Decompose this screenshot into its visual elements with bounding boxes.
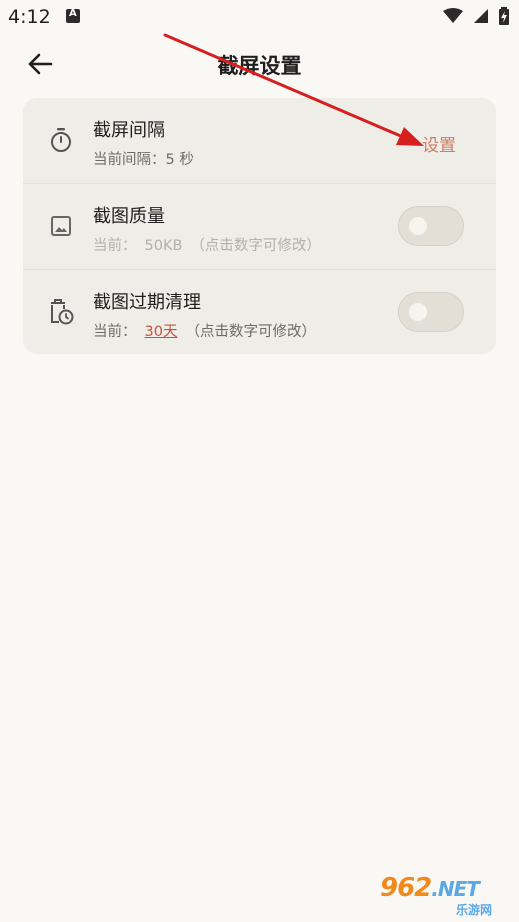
status-icons [443, 7, 509, 25]
cleanup-value[interactable]: 30天 [145, 324, 178, 340]
setting-row-quality: 截图质量 当前： 50KB （点击数字可修改） [23, 183, 496, 269]
app-bar: 截屏设置 [0, 36, 519, 92]
trash-clock-icon [47, 298, 75, 326]
status-bar: 4:12 [0, 0, 519, 36]
cleanup-subtitle-prefix: 当前： [93, 324, 137, 340]
watermark-sub: 乐游网 [456, 903, 493, 917]
app-notification-icon [66, 8, 80, 23]
image-icon [47, 212, 75, 240]
watermark-logo: 962.NET 乐游网 [380, 873, 516, 919]
interval-title: 截屏间隔 [93, 120, 165, 141]
setting-row-interval: 截屏间隔 当前间隔：5 秒 设置 [23, 98, 496, 183]
cleanup-subtitle: 当前： 30天 （点击数字可修改） [93, 320, 316, 341]
timer-icon [47, 126, 75, 154]
quality-toggle[interactable] [398, 206, 464, 246]
quality-subtitle: 当前： 50KB （点击数字可修改） [93, 234, 321, 255]
quality-title: 截图质量 [93, 206, 165, 227]
toggle-knob [409, 303, 427, 321]
watermark-brand: 962.NET [380, 873, 480, 903]
signal-icon [474, 9, 488, 23]
quality-hint: （点击数字可修改） [190, 238, 321, 254]
toggle-knob [409, 217, 427, 235]
settings-card: 截屏间隔 当前间隔：5 秒 设置 截图质量 当前： 50KB （点击数字可修改） 截… [23, 98, 496, 354]
cleanup-title: 截图过期清理 [93, 292, 201, 313]
quality-subtitle-prefix: 当前： [93, 238, 137, 254]
status-time: 4:12 [8, 6, 51, 28]
page-title: 截屏设置 [217, 54, 302, 78]
setting-row-cleanup: 截图过期清理 当前： 30天 （点击数字可修改） [23, 269, 496, 354]
cleanup-hint: （点击数字可修改） [185, 324, 316, 340]
battery-charging-icon [499, 7, 509, 25]
wifi-icon [443, 8, 463, 23]
interval-set-button[interactable]: 设置 [422, 131, 456, 156]
interval-subtitle: 当前间隔：5 秒 [93, 152, 194, 168]
quality-value[interactable]: 50KB [145, 238, 183, 254]
cleanup-toggle[interactable] [398, 292, 464, 332]
